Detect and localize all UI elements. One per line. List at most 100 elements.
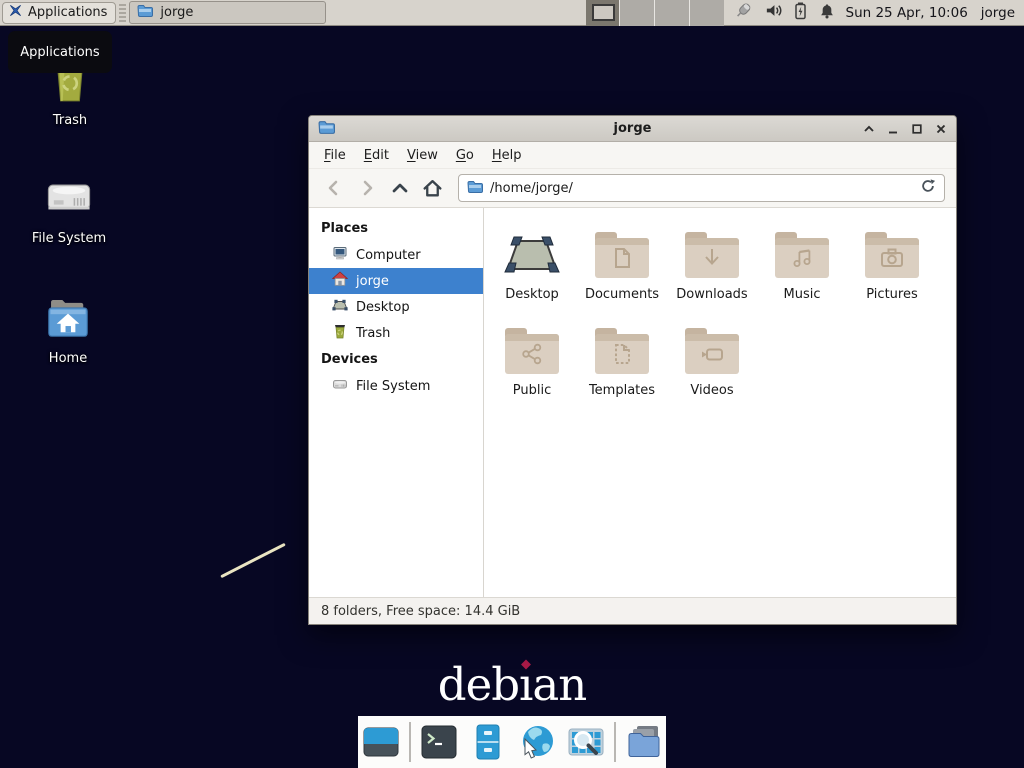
trash-icon [332,323,348,343]
home-icon [332,271,348,291]
sidebar-item-computer[interactable]: Computer [309,242,483,268]
music-notes-icon [775,238,829,278]
folder-label: Templates [589,383,655,398]
sidebar-item-label: Computer [356,248,421,263]
desktop-icon-label: Trash [53,113,87,128]
location-bar[interactable]: /home/jorge/ [458,174,945,202]
sidebar: Places Computer jorge Desktop Trash Devi… [309,208,484,597]
folder-icon [775,238,829,278]
folder-item-desktop[interactable]: Desktop [487,224,577,320]
folder-label: Documents [585,287,659,302]
dock-separator [409,722,411,762]
sidebar-devices-header: Devices [309,346,483,373]
menu-help[interactable]: Help [483,144,531,167]
workspace-1[interactable] [586,0,621,26]
folder-icon [865,238,919,278]
application-finder-icon[interactable] [565,721,607,763]
menu-edit[interactable]: Edit [355,144,398,167]
menubar: File Edit View Go Help [309,142,956,169]
panel-clock[interactable]: Sun 25 Apr, 10:06 [846,5,968,21]
volume-icon[interactable] [764,1,783,24]
workspace-window-preview [592,4,615,21]
desktop-icon-home[interactable]: Home [16,292,120,366]
sidebar-item-trash[interactable]: Trash [309,320,483,346]
folder-label: Pictures [866,287,917,302]
taskbar-window-button[interactable]: jorge [129,1,326,24]
notifications-bell-icon[interactable] [818,2,836,24]
menu-go[interactable]: Go [447,144,483,167]
file-manager-window: jorge File Edit View Go Help /home/jorge… [308,115,957,625]
home-folder-icon [42,292,94,346]
tooltip-text: Applications [20,45,99,60]
applications-menu-button[interactable]: Applications [2,2,116,24]
download-arrow-icon [685,238,739,278]
terminal-icon[interactable] [418,721,460,763]
file-cabinet-icon[interactable] [467,721,509,763]
dock-separator [614,722,616,762]
debian-wordmark: debıan [0,658,1024,711]
folder-icon [595,334,649,374]
window-titlebar[interactable]: jorge [309,116,956,142]
wordmark-i: ı [519,658,532,711]
reload-icon[interactable] [920,178,936,198]
folder-icon [685,238,739,278]
wordmark-right: an [532,658,586,711]
folder-icon [505,334,559,374]
folder-item-documents[interactable]: Documents [577,224,667,320]
folder-item-videos[interactable]: Videos [667,320,757,416]
panel-grip[interactable] [119,4,126,22]
sidebar-item-label: jorge [356,274,389,289]
applications-tooltip: Applications [8,31,112,73]
forward-button[interactable] [353,175,380,202]
desktop-icon-label: File System [32,231,106,246]
window-icon[interactable] [360,721,402,763]
folder-label: Downloads [676,287,747,302]
folder-item-music[interactable]: Music [757,224,847,320]
folder-window-icon [137,4,153,21]
maximize-button[interactable] [910,122,923,135]
template-document-icon [595,334,649,374]
sidebar-item-desktop[interactable]: Desktop [309,294,483,320]
desktop-icon-file-system[interactable]: File System [17,172,121,246]
up-button[interactable] [386,175,413,202]
desktop-special-icon [504,224,560,278]
applications-menu-label: Applications [28,5,107,20]
home-button[interactable] [419,175,446,202]
menu-file[interactable]: File [315,144,355,167]
web-browser-icon[interactable] [516,721,558,763]
back-button[interactable] [320,175,347,202]
workspace-2[interactable] [620,0,655,26]
folder-icon [595,238,649,278]
workspace-3[interactable] [655,0,690,26]
desktop-icon-label: Home [49,351,87,366]
system-tray [733,1,836,25]
document-glyph-icon [595,238,649,278]
folder-item-public[interactable]: Public [487,320,577,416]
path-folder-icon [467,180,483,197]
desktop-line-artifact [220,543,286,578]
battery-charging-icon[interactable] [793,1,808,24]
path-text[interactable]: /home/jorge/ [490,181,913,196]
file-manager-icon[interactable] [623,721,665,763]
sidebar-item-jorge[interactable]: jorge [309,268,483,294]
folder-item-pictures[interactable]: Pictures [847,224,937,320]
mouse-icon[interactable] [733,1,754,25]
folder-item-templates[interactable]: Templates [577,320,667,416]
xfce-applications-icon [8,3,23,22]
sidebar-item-file-system[interactable]: File System [309,373,483,399]
minimize-button[interactable] [886,122,899,135]
folder-item-downloads[interactable]: Downloads [667,224,757,320]
workspace-4[interactable] [690,0,724,26]
window-controls [862,122,947,135]
sidebar-item-label: Trash [356,326,390,341]
folder-icon [685,334,739,374]
shade-button[interactable] [862,122,875,135]
desktop-icon [332,297,348,317]
statusbar-text: 8 folders, Free space: 14.4 GiB [321,604,520,619]
window-content: Places Computer jorge Desktop Trash Devi… [309,208,956,597]
menu-view[interactable]: View [398,144,447,167]
top-panel: Applications jorge Sun 25 Apr, 10:06 jor… [0,0,1024,26]
panel-user-actions[interactable]: jorge [981,5,1015,21]
folder-label: Videos [690,383,733,398]
close-button[interactable] [934,122,947,135]
